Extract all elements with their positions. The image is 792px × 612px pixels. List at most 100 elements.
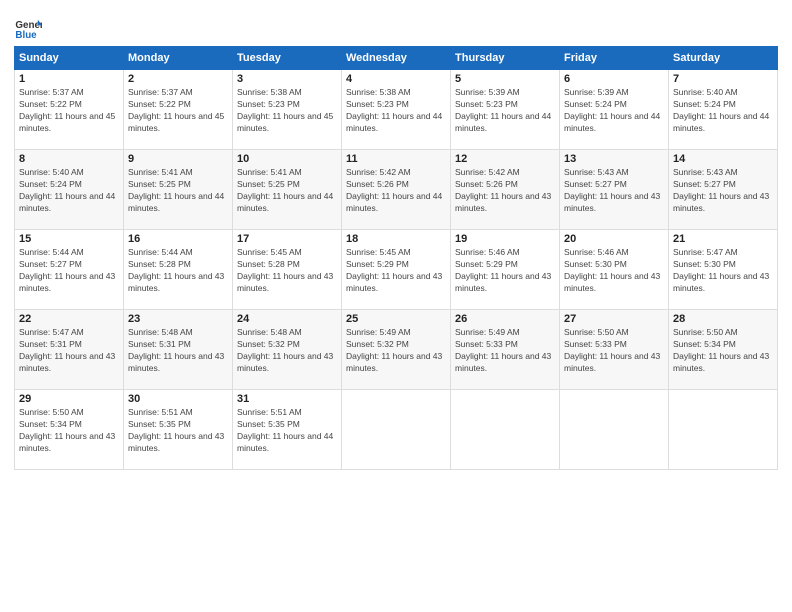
calendar-week-1: 1Sunrise: 5:37 AMSunset: 5:22 PMDaylight…: [15, 70, 778, 150]
calendar-cell: 28Sunrise: 5:50 AMSunset: 5:34 PMDayligh…: [669, 310, 778, 390]
calendar-cell: 15Sunrise: 5:44 AMSunset: 5:27 PMDayligh…: [15, 230, 124, 310]
calendar-cell: 22 Sunrise: 5:47 AMSunset: 5:31 PMDayligh…: [15, 310, 124, 390]
calendar-cell: 25 Sunrise: 5:49 AMSunset: 5:32 PMDayligh…: [342, 310, 451, 390]
calendar-cell: 1Sunrise: 5:37 AMSunset: 5:22 PMDaylight…: [15, 70, 124, 150]
day-info: Sunrise: 5:46 AMSunset: 5:30 PMDaylight:…: [564, 247, 664, 295]
calendar-table: SundayMondayTuesdayWednesdayThursdayFrid…: [14, 46, 778, 470]
calendar-cell: 2 Sunrise: 5:37 AMSunset: 5:22 PMDaylight…: [124, 70, 233, 150]
day-number: 29: [19, 393, 119, 405]
day-number: 7: [673, 73, 773, 85]
day-header-tuesday: Tuesday: [233, 47, 342, 70]
calendar-cell: 31 Sunrise: 5:51 AMSunset: 5:35 PMDayligh…: [233, 390, 342, 470]
day-info: Sunrise: 5:50 AMSunset: 5:34 PMDaylight:…: [673, 327, 773, 375]
calendar-week-5: 29Sunrise: 5:50 AMSunset: 5:34 PMDayligh…: [15, 390, 778, 470]
logo-icon: General Blue: [14, 14, 42, 42]
day-info: Sunrise: 5:40 AMSunset: 5:24 PMDaylight:…: [673, 87, 773, 135]
day-info: Sunrise: 5:37 AMSunset: 5:22 PMDaylight:…: [19, 87, 119, 135]
calendar-cell: 11 Sunrise: 5:42 AMSunset: 5:26 PMDayligh…: [342, 150, 451, 230]
day-info: Sunrise: 5:43 AMSunset: 5:27 PMDaylight:…: [673, 167, 773, 215]
day-number: 3: [237, 73, 337, 85]
calendar-cell: 24 Sunrise: 5:48 AMSunset: 5:32 PMDayligh…: [233, 310, 342, 390]
calendar-cell: 20 Sunrise: 5:46 AMSunset: 5:30 PMDayligh…: [560, 230, 669, 310]
day-number: 6: [564, 73, 664, 85]
day-info: Sunrise: 5:38 AMSunset: 5:23 PMDaylight:…: [346, 87, 446, 135]
calendar-cell: 26Sunrise: 5:49 AMSunset: 5:33 PMDayligh…: [451, 310, 560, 390]
day-header-thursday: Thursday: [451, 47, 560, 70]
calendar-page: General Blue SundayMondayTuesdayWednesda…: [0, 0, 792, 612]
day-info: Sunrise: 5:49 AMSunset: 5:33 PMDaylight:…: [455, 327, 555, 375]
day-number: 19: [455, 233, 555, 245]
calendar-week-3: 15Sunrise: 5:44 AMSunset: 5:27 PMDayligh…: [15, 230, 778, 310]
day-number: 16: [128, 233, 228, 245]
day-number: 4: [346, 73, 446, 85]
day-info: Sunrise: 5:39 AMSunset: 5:23 PMDaylight:…: [455, 87, 555, 135]
day-info: Sunrise: 5:42 AMSunset: 5:26 PMDaylight:…: [346, 167, 446, 215]
calendar-cell: 6 Sunrise: 5:39 AMSunset: 5:24 PMDaylight…: [560, 70, 669, 150]
day-info: Sunrise: 5:49 AMSunset: 5:32 PMDaylight:…: [346, 327, 446, 375]
day-info: Sunrise: 5:47 AMSunset: 5:31 PMDaylight:…: [19, 327, 119, 375]
calendar-cell: 23 Sunrise: 5:48 AMSunset: 5:31 PMDayligh…: [124, 310, 233, 390]
day-number: 12: [455, 153, 555, 165]
calendar-week-4: 22 Sunrise: 5:47 AMSunset: 5:31 PMDayligh…: [15, 310, 778, 390]
day-number: 27: [564, 313, 664, 325]
calendar-cell: [342, 390, 451, 470]
calendar-cell: 9Sunrise: 5:41 AMSunset: 5:25 PMDaylight…: [124, 150, 233, 230]
day-info: Sunrise: 5:48 AMSunset: 5:32 PMDaylight:…: [237, 327, 337, 375]
day-header-sunday: Sunday: [15, 47, 124, 70]
day-header-friday: Friday: [560, 47, 669, 70]
calendar-cell: 4 Sunrise: 5:38 AMSunset: 5:23 PMDaylight…: [342, 70, 451, 150]
day-number: 31: [237, 393, 337, 405]
calendar-cell: 29Sunrise: 5:50 AMSunset: 5:34 PMDayligh…: [15, 390, 124, 470]
calendar-cell: 12 Sunrise: 5:42 AMSunset: 5:26 PMDayligh…: [451, 150, 560, 230]
svg-text:Blue: Blue: [15, 30, 37, 41]
day-header-wednesday: Wednesday: [342, 47, 451, 70]
day-info: Sunrise: 5:44 AMSunset: 5:28 PMDaylight:…: [128, 247, 228, 295]
day-number: 10: [237, 153, 337, 165]
calendar-week-2: 8Sunrise: 5:40 AMSunset: 5:24 PMDaylight…: [15, 150, 778, 230]
day-number: 15: [19, 233, 119, 245]
calendar-cell: 14 Sunrise: 5:43 AMSunset: 5:27 PMDayligh…: [669, 150, 778, 230]
day-info: Sunrise: 5:43 AMSunset: 5:27 PMDaylight:…: [564, 167, 664, 215]
day-info: Sunrise: 5:46 AMSunset: 5:29 PMDaylight:…: [455, 247, 555, 295]
day-header-saturday: Saturday: [669, 47, 778, 70]
day-info: Sunrise: 5:51 AMSunset: 5:35 PMDaylight:…: [237, 407, 337, 455]
calendar-cell: [669, 390, 778, 470]
day-number: 23: [128, 313, 228, 325]
day-number: 18: [346, 233, 446, 245]
calendar-cell: [560, 390, 669, 470]
day-info: Sunrise: 5:41 AMSunset: 5:25 PMDaylight:…: [128, 167, 228, 215]
day-number: 22: [19, 313, 119, 325]
day-info: Sunrise: 5:51 AMSunset: 5:35 PMDaylight:…: [128, 407, 228, 455]
day-number: 21: [673, 233, 773, 245]
day-number: 5: [455, 73, 555, 85]
day-info: Sunrise: 5:48 AMSunset: 5:31 PMDaylight:…: [128, 327, 228, 375]
calendar-cell: 7 Sunrise: 5:40 AMSunset: 5:24 PMDaylight…: [669, 70, 778, 150]
calendar-cell: [451, 390, 560, 470]
calendar-cell: 18 Sunrise: 5:45 AMSunset: 5:29 PMDayligh…: [342, 230, 451, 310]
day-info: Sunrise: 5:37 AMSunset: 5:22 PMDaylight:…: [128, 87, 228, 135]
calendar-cell: 8Sunrise: 5:40 AMSunset: 5:24 PMDaylight…: [15, 150, 124, 230]
day-number: 13: [564, 153, 664, 165]
calendar-cell: 30 Sunrise: 5:51 AMSunset: 5:35 PMDayligh…: [124, 390, 233, 470]
day-number: 2: [128, 73, 228, 85]
day-number: 30: [128, 393, 228, 405]
day-number: 14: [673, 153, 773, 165]
day-number: 24: [237, 313, 337, 325]
day-info: Sunrise: 5:39 AMSunset: 5:24 PMDaylight:…: [564, 87, 664, 135]
calendar-cell: 17Sunrise: 5:45 AMSunset: 5:28 PMDayligh…: [233, 230, 342, 310]
calendar-cell: 10 Sunrise: 5:41 AMSunset: 5:25 PMDayligh…: [233, 150, 342, 230]
day-info: Sunrise: 5:45 AMSunset: 5:29 PMDaylight:…: [346, 247, 446, 295]
day-info: Sunrise: 5:47 AMSunset: 5:30 PMDaylight:…: [673, 247, 773, 295]
calendar-cell: 13 Sunrise: 5:43 AMSunset: 5:27 PMDayligh…: [560, 150, 669, 230]
day-info: Sunrise: 5:38 AMSunset: 5:23 PMDaylight:…: [237, 87, 337, 135]
day-header-monday: Monday: [124, 47, 233, 70]
day-number: 25: [346, 313, 446, 325]
day-number: 11: [346, 153, 446, 165]
day-info: Sunrise: 5:41 AMSunset: 5:25 PMDaylight:…: [237, 167, 337, 215]
day-number: 20: [564, 233, 664, 245]
day-info: Sunrise: 5:42 AMSunset: 5:26 PMDaylight:…: [455, 167, 555, 215]
calendar-header-row: SundayMondayTuesdayWednesdayThursdayFrid…: [15, 47, 778, 70]
day-number: 8: [19, 153, 119, 165]
page-header: General Blue: [14, 10, 778, 42]
calendar-cell: 21 Sunrise: 5:47 AMSunset: 5:30 PMDayligh…: [669, 230, 778, 310]
